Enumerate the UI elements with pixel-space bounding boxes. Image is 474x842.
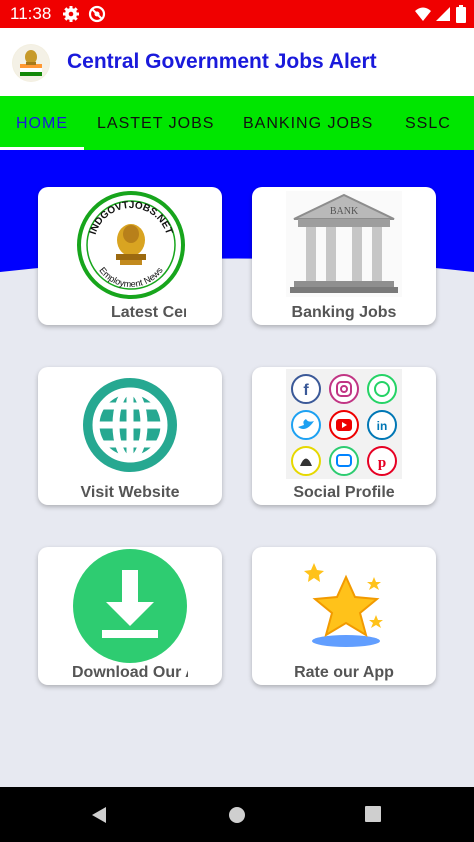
svg-text:p: p — [378, 455, 386, 471]
wifi-icon — [414, 5, 432, 23]
card-label: Social Profile — [293, 484, 395, 501]
facebook-icon: f — [291, 374, 321, 404]
home-icon[interactable] — [228, 806, 246, 829]
bank-sign: BANK — [330, 206, 359, 217]
recents-icon[interactable] — [365, 806, 381, 827]
card-label: Banking Jobs — [291, 304, 397, 321]
back-icon[interactable] — [90, 805, 108, 830]
tab-latest-jobs[interactable]: LASTET JOBS — [97, 96, 214, 150]
globe-icon — [81, 376, 179, 479]
youtube-icon — [329, 410, 359, 440]
whatsapp-icon — [367, 374, 397, 404]
no-disturb-icon — [88, 5, 106, 23]
status-time: 11:38 — [10, 4, 52, 23]
card-visit-website[interactable]: Visit Website — [38, 367, 222, 505]
status-bar: 11:38 — [0, 0, 474, 28]
card-label: Rate our App — [294, 664, 394, 681]
star-icon — [304, 559, 388, 656]
bank-building-icon: BANK — [286, 191, 402, 302]
download-icon — [72, 548, 188, 669]
card-banking-jobs[interactable]: BANK Banking Jobs — [252, 187, 436, 325]
linkedin-icon: in — [367, 410, 397, 440]
social-icons-grid: f in p — [286, 369, 402, 484]
svg-text:in: in — [377, 419, 388, 433]
card-label: Latest Cer — [111, 304, 186, 321]
svg-text:f: f — [303, 382, 309, 399]
messenger-icon — [329, 446, 359, 476]
tab-home[interactable]: HOME — [16, 96, 68, 150]
battery-icon — [456, 5, 466, 23]
signal-icon — [434, 5, 452, 23]
tab-sslc[interactable]: SSLC — [405, 96, 451, 150]
card-label: Visit Website — [80, 484, 180, 501]
card-label: Download Our A — [72, 664, 188, 681]
tab-bar: HOME LASTET JOBS BANKING JOBS SSLC — [0, 96, 474, 150]
gear-icon — [62, 5, 80, 23]
app-bar: Central Government Jobs Alert — [0, 28, 474, 96]
pinterest-icon: p — [367, 446, 397, 476]
app-title: Central Government Jobs Alert — [67, 50, 377, 73]
twitter-icon — [291, 410, 321, 440]
card-rate-app[interactable]: Rate our App — [252, 547, 436, 685]
tab-banking-jobs[interactable]: BANKING JOBS — [243, 96, 373, 150]
system-nav-bar — [0, 787, 474, 842]
indgovtjobs-logo: INDGOVTJOBS.NET Employment News — [76, 190, 186, 305]
snapchat-icon — [291, 446, 321, 476]
card-latest-jobs[interactable]: INDGOVTJOBS.NET Employment News Latest C… — [38, 187, 222, 325]
instagram-icon — [329, 374, 359, 404]
card-social-profile[interactable]: f in p Social Profile — [252, 367, 436, 505]
emblem-logo-icon — [12, 44, 50, 82]
card-download-app[interactable]: Download Our A — [38, 547, 222, 685]
